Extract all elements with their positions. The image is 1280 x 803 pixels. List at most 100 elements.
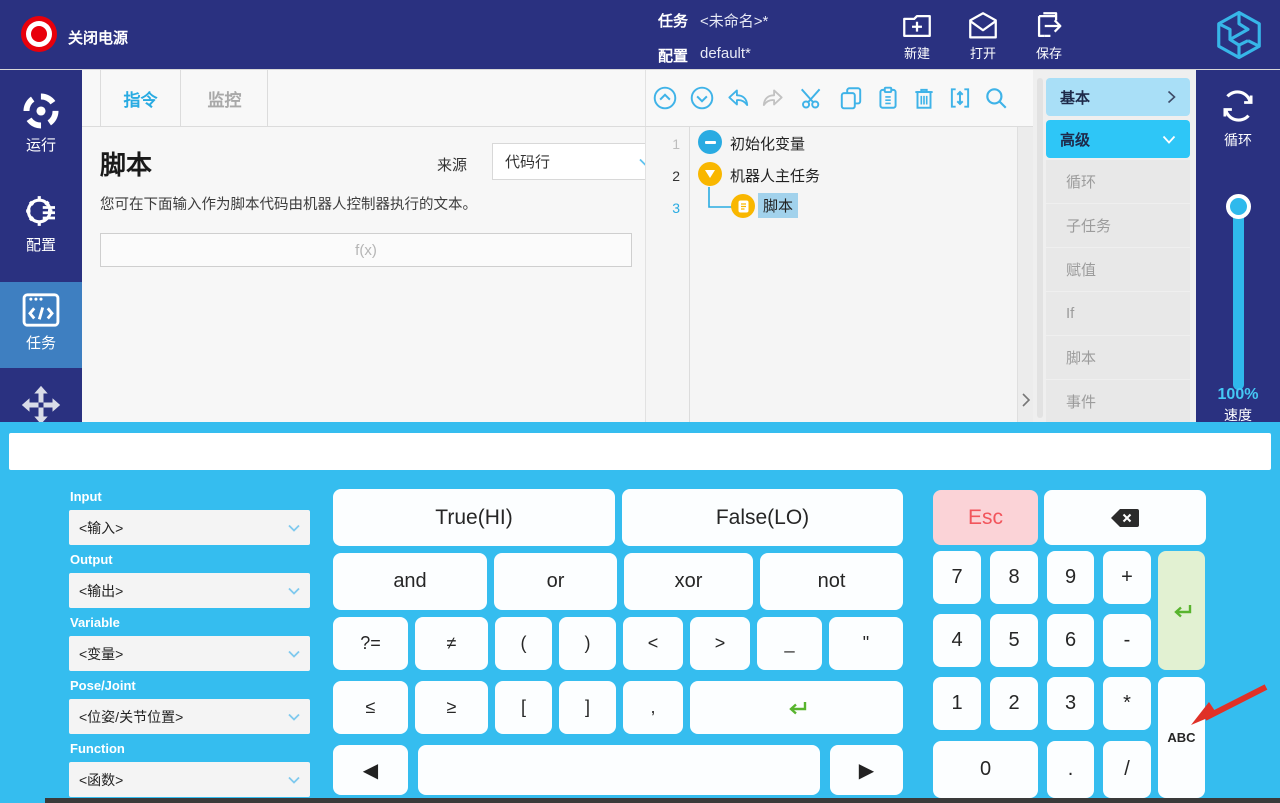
key-quote[interactable]: " — [829, 617, 903, 670]
key-slash[interactable]: / — [1103, 741, 1151, 798]
delete-icon[interactable] — [911, 85, 937, 111]
key-paren-open[interactable]: ( — [495, 617, 552, 670]
key-false-lo[interactable]: False(LO) — [622, 489, 903, 546]
tree-row-selected[interactable]: 脚本 — [758, 193, 798, 218]
key-underscore[interactable]: _ — [757, 617, 822, 670]
key-greater-than[interactable]: > — [690, 617, 750, 670]
new-task-icon — [900, 9, 934, 43]
function-select[interactable]: <函数> — [69, 762, 310, 797]
key-dot[interactable]: . — [1047, 741, 1094, 798]
key-paren-close[interactable]: ) — [559, 617, 616, 670]
key-or[interactable]: or — [494, 553, 617, 610]
key-bracket-open[interactable]: [ — [495, 681, 552, 734]
tree-row-label[interactable]: 机器人主任务 — [730, 165, 820, 186]
collapse-all-icon[interactable] — [652, 85, 678, 111]
key-not[interactable]: not — [760, 553, 903, 610]
key-7[interactable]: 7 — [933, 551, 981, 604]
panel-title: 脚本 — [100, 145, 152, 182]
sidebar-item-task-label: 任务 — [0, 332, 82, 353]
tree-row-label[interactable]: 初始化变量 — [730, 133, 805, 154]
key-comma[interactable]: , — [623, 681, 683, 734]
tab-instruction[interactable]: 指令 — [100, 70, 181, 127]
key-numpad-enter[interactable] — [1158, 551, 1205, 670]
tab-instruction-label: 指令 — [124, 86, 158, 111]
key-not-equal[interactable]: ≠ — [415, 617, 488, 670]
palette-item-assign[interactable]: 赋值 — [1046, 248, 1190, 291]
copy-icon[interactable] — [838, 85, 864, 111]
palette-item-label: 事件 — [1066, 391, 1096, 412]
cut-icon[interactable] — [799, 85, 825, 111]
key-1[interactable]: 1 — [933, 677, 981, 730]
save-task-button[interactable]: 保存 — [1021, 9, 1077, 62]
key-enter[interactable] — [690, 681, 903, 734]
palette-item-subtask[interactable]: 子任务 — [1046, 204, 1190, 247]
key-less-than[interactable]: < — [623, 617, 683, 670]
key-true-hi[interactable]: True(HI) — [333, 489, 615, 546]
tab-monitor[interactable]: 监控 — [182, 70, 268, 127]
palette-group-advanced[interactable]: 高级 — [1046, 120, 1190, 158]
key-plus[interactable]: + — [1103, 551, 1151, 604]
key-esc[interactable]: Esc — [933, 490, 1038, 545]
source-label: 来源 — [437, 154, 467, 175]
palette-item-script[interactable]: 脚本 — [1046, 336, 1190, 379]
variable-select[interactable]: <变量> — [69, 636, 310, 671]
key-space[interactable] — [418, 745, 820, 795]
key-assign-compare[interactable]: ?= — [333, 617, 408, 670]
key-asterisk[interactable]: * — [1103, 677, 1151, 730]
key-greater-equal[interactable]: ≥ — [415, 681, 488, 734]
palette-group-basic[interactable]: 基本 — [1046, 78, 1190, 116]
key-8[interactable]: 8 — [990, 551, 1038, 604]
key-6[interactable]: 6 — [1047, 614, 1094, 667]
sidebar-item-run[interactable]: 运行 — [0, 88, 82, 168]
expand-all-icon[interactable] — [689, 85, 715, 111]
key-9[interactable]: 9 — [1047, 551, 1094, 604]
palette-item-if[interactable]: If — [1046, 292, 1190, 335]
paste-icon[interactable] — [875, 85, 901, 111]
sidebar-item-configure[interactable]: 配置 — [0, 188, 82, 268]
speed-slider-knob[interactable] — [1226, 194, 1251, 219]
bottom-edge — [45, 798, 1280, 803]
key-3[interactable]: 3 — [1047, 677, 1094, 730]
search-icon[interactable] — [983, 85, 1009, 111]
keyboard-text-input[interactable] — [9, 433, 1271, 470]
key-cursor-left[interactable]: ◀ — [333, 745, 408, 795]
power-label[interactable]: 关闭电源 — [68, 27, 128, 48]
output-select[interactable]: <输出> — [69, 573, 310, 608]
key-0[interactable]: 0 — [933, 741, 1038, 798]
key-and[interactable]: and — [333, 553, 487, 610]
source-select[interactable]: 代码行 — [492, 143, 662, 180]
init-variables-node-icon[interactable] — [698, 130, 722, 154]
tree-row-label: 脚本 — [763, 198, 793, 215]
pose-joint-select[interactable]: <位姿/关节位置> — [69, 699, 310, 734]
palette-item-event[interactable]: 事件 — [1046, 380, 1190, 423]
key-2[interactable]: 2 — [990, 677, 1038, 730]
sidebar-item-task[interactable]: 任务 — [0, 282, 82, 368]
open-task-button[interactable]: 打开 — [955, 9, 1011, 62]
palette-item-label: 子任务 — [1066, 215, 1111, 236]
script-node-icon[interactable] — [731, 194, 755, 218]
loop-mode-icon[interactable] — [1217, 85, 1259, 127]
speed-slider-track[interactable] — [1233, 198, 1244, 390]
suppress-icon[interactable] — [947, 85, 973, 111]
palette-scrollbar[interactable] — [1037, 78, 1043, 418]
power-button[interactable] — [18, 13, 60, 55]
key-5[interactable]: 5 — [990, 614, 1038, 667]
palette-item-loop[interactable]: 循环 — [1046, 160, 1190, 203]
key-bracket-close[interactable]: ] — [559, 681, 616, 734]
undo-icon[interactable] — [725, 85, 751, 111]
source-select-value: 代码行 — [505, 151, 550, 172]
key-less-equal[interactable]: ≤ — [333, 681, 408, 734]
key-4[interactable]: 4 — [933, 614, 981, 667]
expression-input[interactable]: f(x) — [100, 233, 632, 267]
tree-row-num: 3 — [654, 200, 680, 216]
pose-joint-select-value: <位姿/关节位置> — [79, 707, 183, 727]
main-task-node-icon[interactable] — [698, 162, 722, 186]
key-cursor-right[interactable]: ▶ — [830, 745, 903, 795]
input-select[interactable]: <输入> — [69, 510, 310, 545]
expand-panel-chevron-icon[interactable] — [1021, 392, 1031, 408]
new-task-button[interactable]: 新建 — [889, 9, 945, 62]
redo-icon[interactable] — [760, 85, 786, 111]
key-xor[interactable]: xor — [624, 553, 753, 610]
key-backspace[interactable] — [1044, 490, 1206, 545]
key-minus[interactable]: - — [1103, 614, 1151, 667]
